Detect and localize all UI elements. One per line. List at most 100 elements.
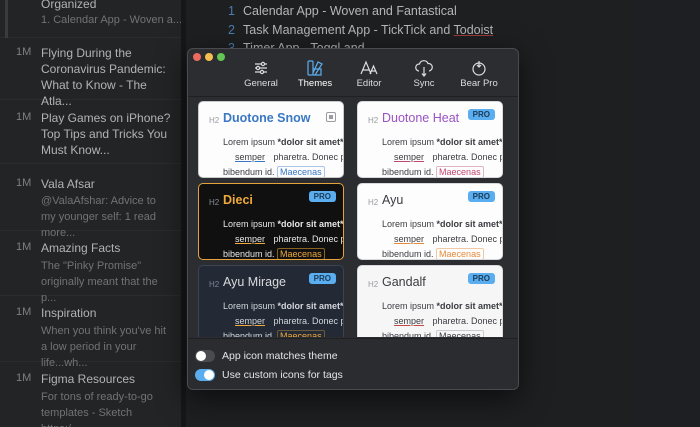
sample-bold: *dolor sit amet* (277, 137, 344, 147)
list-item[interactable]: 1M Flying During the Coronavirus Pandemi… (0, 38, 181, 108)
sample-tag: Maecenas (277, 166, 325, 177)
sample-text: Lorem ipsum (223, 219, 278, 229)
selection-indicator (5, 0, 8, 38)
theme-name: Duotone Snow (223, 111, 311, 125)
note-title: Figma Resources (41, 372, 136, 386)
tab-editor[interactable]: Editor (341, 59, 397, 95)
note-title: Inspiration (41, 306, 97, 320)
list-line: 2 Task Management App - TickTick and Todo… (228, 23, 493, 37)
note-title: Vala Afsar (41, 177, 95, 191)
sample-line: semper pharetra. Donec po (223, 316, 343, 326)
sample-line: Lorem ipsum *dolor sit amet* (382, 301, 503, 311)
heading-marker: H2 (209, 116, 220, 125)
sample-bold: *dolor sit amet* (436, 301, 503, 311)
sample-text: bibendum id. (382, 249, 437, 259)
theme-name: Duotone Heat (382, 111, 460, 125)
theme-card-duotone-heat[interactable]: H2 Duotone Heat PRO Lorem ipsum *dolor s… (357, 101, 503, 178)
tab-general[interactable]: General (233, 59, 289, 95)
list-item[interactable]: 1M Vala Afsar @ValaAfshar: Advice to my … (0, 164, 181, 239)
notes-list: Organized 1. Calendar App - Woven a... 1… (0, 0, 181, 427)
note-age: 1M (16, 306, 32, 318)
sample-text: Lorem ipsum (382, 219, 437, 229)
note-preview: 1. Calendar App - Woven a... (41, 14, 181, 26)
sample-line: bibendum id. Maecenas (382, 248, 484, 259)
sample-text: pharetra. Donec po (271, 234, 344, 244)
sample-underline: semper (235, 152, 266, 162)
sample-line: Lorem ipsum *dolor sit amet* (382, 219, 502, 229)
sample-underline: semper (394, 316, 425, 326)
sample-text: pharetra. Donec po (430, 316, 503, 326)
list-line: 1 Calendar App - Woven and Fantastical (228, 4, 457, 18)
sample-line: bibendum id. Maecenas (382, 166, 484, 177)
sample-line: bibendum id. Maecenas (223, 330, 325, 337)
options-footer: App icon matches theme Use custom icons … (188, 338, 518, 389)
theme-card-ayu[interactable]: H2 Ayu PRO Lorem ipsum *dolor sit amet* … (357, 183, 503, 260)
note-age: 1M (16, 372, 32, 384)
sample-line: semper pharetra. Donec po (382, 316, 503, 326)
tab-label: General (244, 78, 278, 89)
heading-marker: H2 (368, 116, 379, 125)
heading-marker: H2 (209, 198, 220, 207)
pro-badge: PRO (467, 191, 495, 202)
sample-bold: *dolor sit amet* (277, 219, 344, 229)
theme-card-ayu-mirage[interactable]: H2 Ayu Mirage PRO Lorem ipsum *dolor sit… (198, 265, 344, 337)
note-age: 1M (16, 111, 32, 123)
sample-text: pharetra. Donec po (430, 152, 503, 162)
tab-bear-pro[interactable]: Bear Pro (451, 59, 507, 95)
pro-badge: PRO (308, 191, 336, 202)
note-title: Play Games on iPhone? Top Tips and Trick… (41, 111, 171, 157)
custom-tag-icons-toggle[interactable] (195, 369, 215, 381)
list-item[interactable]: 1M Amazing Facts The "Pinky Promise" ori… (0, 231, 181, 304)
sample-line: Lorem ipsum *dolor sit amet* (223, 301, 344, 311)
list-text: Task Management App - TickTick and (243, 23, 454, 37)
themes-grid[interactable]: H2 Duotone Snow Lorem ipsum *dolor sit a… (188, 97, 518, 337)
sample-underline: semper (235, 316, 266, 326)
tab-label: Editor (356, 78, 382, 89)
heading-marker: H2 (368, 280, 379, 289)
list-item[interactable]: 1M Play Games on iPhone? Top Tips and Tr… (0, 100, 181, 164)
theme-name: Ayu Mirage (223, 275, 286, 289)
toggle-knob (196, 351, 206, 361)
sample-bold: *dolor sit amet* (277, 301, 344, 311)
tab-sync[interactable]: Sync (396, 59, 452, 95)
pro-badge: PRO (467, 109, 495, 120)
sample-underline: semper (394, 234, 425, 244)
app-icon-theme-toggle[interactable] (195, 350, 215, 362)
sample-text: bibendum id. (223, 331, 278, 337)
tab-themes[interactable]: Themes (287, 59, 343, 95)
sample-line: Lorem ipsum *dolor sit amet* (223, 137, 344, 147)
option-label: Use custom icons for tags (222, 369, 343, 381)
list-item[interactable]: 1M Figma Resources For tons of ready-to-… (0, 362, 181, 427)
sample-text: Lorem ipsum (382, 301, 437, 311)
sample-line: semper pharetra. Donec po (382, 152, 503, 162)
list-number: 1 (228, 4, 235, 18)
sample-line: semper pharetra. Donec po (382, 234, 503, 244)
theme-name: Gandalf (382, 275, 426, 289)
sample-tag: Maecenas (277, 330, 325, 337)
theme-card-duotone-snow[interactable]: H2 Duotone Snow Lorem ipsum *dolor sit a… (198, 101, 344, 178)
sample-text: Lorem ipsum (382, 137, 437, 147)
bear-pro-icon (472, 61, 486, 76)
minimize-button[interactable] (205, 53, 213, 61)
sample-line: bibendum id. Maecenas (223, 248, 325, 259)
theme-card-dieci[interactable]: H2 Dieci PRO Lorem ipsum *dolor sit amet… (198, 183, 344, 260)
sample-text: pharetra. Donec po (430, 234, 503, 244)
note-title: Organized (41, 0, 97, 11)
preferences-window: General Themes Editor Sync Bear Pro H2 D… (187, 48, 519, 390)
heading-marker: H2 (368, 198, 379, 207)
sample-line: bibendum id. Maecenas (223, 166, 325, 177)
sample-text: pharetra. Donec po (271, 152, 344, 162)
note-age: 1M (16, 46, 32, 58)
theme-card-gandalf[interactable]: H2 Gandalf PRO Lorem ipsum *dolor sit am… (357, 265, 503, 337)
list-item[interactable]: Organized 1. Calendar App - Woven a... (0, 0, 181, 38)
sample-tag: Maecenas (436, 330, 484, 337)
swatches-icon (307, 60, 323, 76)
zoom-button[interactable] (217, 53, 225, 61)
note-title: Amazing Facts (41, 241, 121, 255)
sample-tag: Maecenas (436, 166, 484, 177)
list-item[interactable]: 1M Inspiration When you think you've hit… (0, 296, 181, 369)
sliders-icon (255, 61, 267, 75)
misspelled-word: Todoist (453, 23, 494, 37)
sample-line: Lorem ipsum *dolor sit amet* (382, 137, 502, 147)
close-button[interactable] (193, 53, 201, 61)
